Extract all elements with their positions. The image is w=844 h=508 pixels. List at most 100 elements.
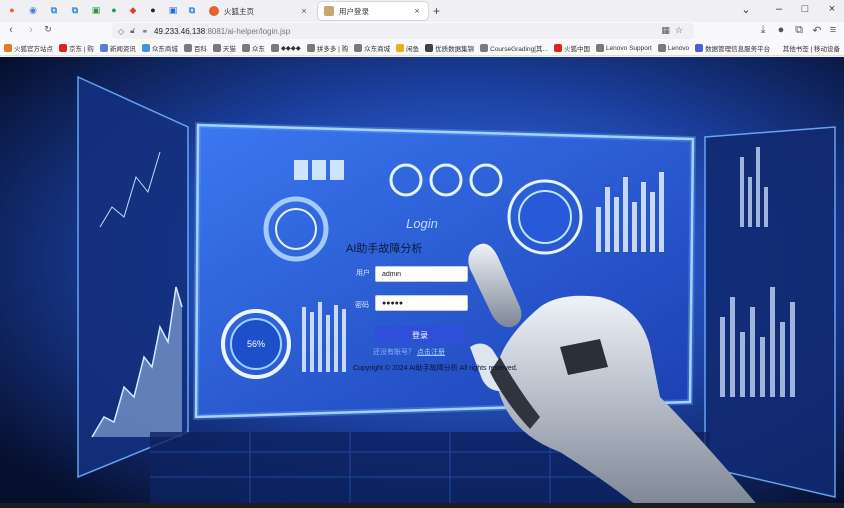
bookmark-item[interactable]: 众东商城: [141, 43, 178, 53]
bookmarks-bar: 火狐官方站点 京东 | 购 新闻资讯 众东商城 百科 天猫 众东 ◆◆◆◆ 拼多多 | 购 众东商…: [0, 41, 844, 56]
bookmark-icon: [425, 44, 434, 52]
pinned-tab-icon[interactable]: ⧉: [68, 3, 82, 17]
firefox-icon: [209, 6, 219, 16]
bookmark-item[interactable]: Lenovo: [657, 44, 689, 52]
bookmark-label: Lenovo Support: [605, 44, 652, 52]
url-actions[interactable]: ▦☆: [661, 25, 688, 36]
close-window-button[interactable]: ×: [825, 3, 839, 15]
list-tabs-icon[interactable]: ⌄: [739, 3, 753, 16]
panel-login-heading: Login: [406, 216, 438, 231]
password-label: 密码: [355, 302, 369, 309]
password-input[interactable]: [375, 295, 468, 311]
reload-button[interactable]: ↻: [41, 24, 55, 35]
bookmark-item[interactable]: 优质数据集锦: [425, 43, 474, 53]
bookmark-label: 数据管理信息服务平台: [705, 46, 771, 53]
bookmark-item[interactable]: 拼多多 | 购: [306, 43, 348, 53]
bookmark-icon: [657, 44, 666, 52]
bookmark-label: 京东 | 购: [69, 46, 94, 53]
pinned-tab-icon[interactable]: ◉: [26, 3, 40, 17]
bookmark-item[interactable]: 数据管理信息服务平台: [695, 43, 770, 53]
other-bookmarks[interactable]: 其他书签 | 移动设备: [783, 43, 840, 53]
back-button[interactable]: ‹: [4, 24, 18, 36]
new-tab-button[interactable]: +: [433, 4, 440, 18]
downloads-icon[interactable]: ⤓: [756, 24, 770, 37]
gauge-percent: 56%: [247, 339, 265, 349]
firefox-pinned-icon[interactable]: ●: [5, 3, 19, 17]
minimize-button[interactable]: –: [772, 3, 786, 15]
bookmark-label: 众东商城: [364, 46, 391, 53]
menu-icon[interactable]: ≡: [826, 24, 840, 36]
login-page: 56% Login AI助手故障分析 用户 密码: [0, 57, 844, 508]
bookmark-label: 火狐中国: [563, 46, 590, 53]
taskbar-edge: [0, 503, 844, 508]
pinned-tab-icon[interactable]: ◆: [126, 3, 140, 17]
address-bar[interactable]: ◇ 🔓︎ ⚭ 49.233.46.138:8081/ai-helper/logi…: [112, 23, 694, 39]
username-label: 用户: [356, 270, 370, 277]
register-link[interactable]: 点击注册: [417, 349, 445, 356]
bookmark-item[interactable]: CourseGrading[其...: [480, 43, 548, 53]
bookmark-icon: [241, 44, 250, 52]
tab-title: 用户登录: [339, 6, 369, 16]
bookmark-label: 天猫: [222, 46, 236, 53]
pinned-tab-icon[interactable]: ⧉: [47, 3, 61, 17]
bookmark-icon: [270, 44, 279, 52]
bookmark-item[interactable]: 众东: [241, 43, 265, 53]
page-icon: [324, 6, 334, 16]
bookmark-icon: [695, 44, 704, 52]
undo-icon[interactable]: ↶: [810, 24, 824, 37]
permissions-icon[interactable]: ⚭: [141, 27, 148, 36]
bookmark-item[interactable]: 新闻资讯: [99, 43, 136, 53]
github-icon[interactable]: ●: [146, 3, 160, 17]
bookmark-label: ◆◆◆◆: [280, 45, 301, 52]
tab-login[interactable]: 用户登录 ×: [318, 2, 428, 20]
bookmark-item[interactable]: 火狐中国: [553, 43, 590, 53]
bookmark-icon: [4, 44, 12, 52]
bookmark-item[interactable]: 百科: [183, 43, 207, 53]
bookmark-item[interactable]: 火狐官方站点: [4, 43, 53, 53]
account-icon[interactable]: ●: [774, 24, 788, 36]
pinned-tab-icon[interactable]: ▣: [89, 3, 103, 17]
bookmark-icon: [354, 44, 363, 52]
shield-icon[interactable]: ◇: [118, 27, 124, 36]
close-tab-icon[interactable]: ×: [412, 6, 422, 16]
bookmark-item[interactable]: ◆◆◆◆: [270, 44, 301, 52]
bookmark-item[interactable]: Lenovo Support: [595, 44, 652, 52]
bookmark-label: 闲鱼: [406, 46, 420, 53]
bookmark-item[interactable]: 闲鱼: [396, 43, 419, 53]
navigation-bar: ‹ › ↻ ◇ 🔓︎ ⚭ 49.233.46.138:8081/ai-helpe…: [0, 22, 844, 41]
bookmark-icon: [59, 44, 67, 52]
login-button[interactable]: 登录: [375, 326, 465, 344]
pinned-tab-icon[interactable]: ▣: [166, 3, 180, 17]
tab-title: 火狐主页: [224, 6, 254, 16]
bookmark-item[interactable]: 天猫: [212, 43, 236, 53]
bookmark-item[interactable]: 众东商城: [354, 43, 390, 53]
bookmark-icon: [183, 44, 192, 52]
not-secure-lock-icon[interactable]: 🔓︎: [130, 26, 135, 36]
forward-button[interactable]: ›: [24, 24, 38, 36]
maximize-button[interactable]: □: [798, 3, 812, 15]
bookmark-label: CourseGrading[其...: [490, 46, 548, 53]
pinned-tab-icon[interactable]: ●: [107, 3, 121, 17]
tab-firefox-home[interactable]: 火狐主页 ×: [203, 2, 315, 20]
bookmark-icon: [553, 44, 562, 52]
bookmark-icon: [595, 44, 604, 52]
tab-strip: ● ◉ ⧉ ⧉ ▣ ● ◆ ● ▣ ⧉ 火狐主页 × 用户登录 × + ⌄ – …: [0, 0, 844, 22]
copyright-text: Copyright © 2024 AI助手故障分析 All rights res…: [353, 365, 518, 372]
username-input[interactable]: [375, 266, 468, 282]
bookmark-icon: [306, 44, 315, 52]
bookmark-label: 众东: [251, 46, 265, 53]
close-tab-icon[interactable]: ×: [299, 6, 309, 16]
url-text[interactable]: 49.233.46.138:8081/ai-helper/login.jsp: [154, 27, 290, 36]
bookmark-label: 优质数据集锦: [435, 46, 475, 53]
extensions-icon[interactable]: ⧉: [792, 24, 806, 37]
pinned-tab-icon[interactable]: ⧉: [185, 3, 199, 17]
bookmark-item[interactable]: 京东 | 购: [59, 43, 94, 53]
bookmark-icon: [212, 44, 221, 52]
bookmark-label: 火狐官方站点: [14, 46, 53, 53]
bookmark-label: 新闻资讯: [109, 46, 136, 53]
bookmark-label: 百科: [193, 46, 207, 53]
bookmark-label: 众东商城: [151, 46, 178, 53]
login-title: AI助手故障分析: [346, 243, 423, 255]
bookmark-icon: [480, 44, 489, 52]
register-prompt-text: 还没有账号？: [373, 349, 415, 356]
